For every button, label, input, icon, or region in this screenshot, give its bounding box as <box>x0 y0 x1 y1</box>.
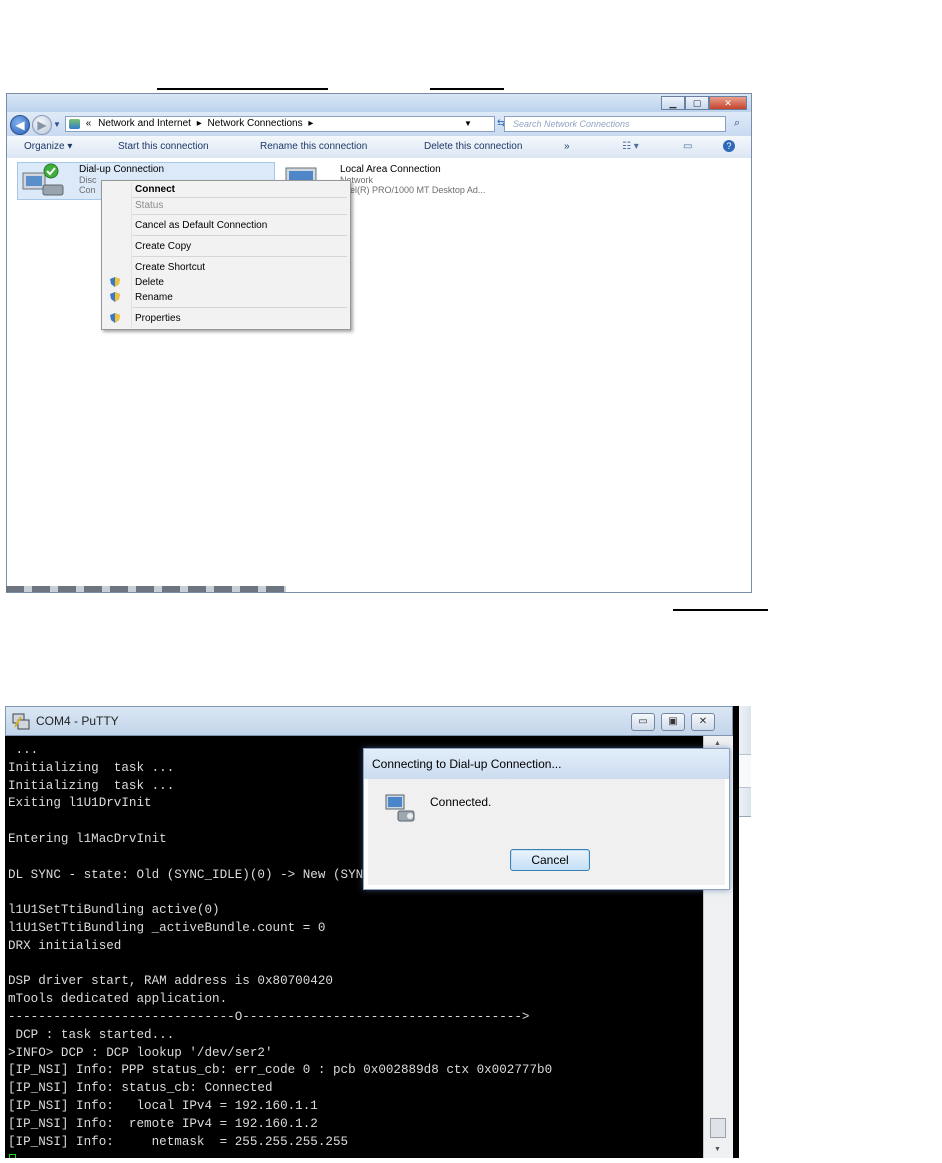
help-icon[interactable]: ? <box>723 140 735 152</box>
menu-item-create-shortcut[interactable]: Create Shortcut <box>135 262 205 273</box>
local-area-connection-adapter: Intel(R) PRO/1000 MT Desktop Ad... <box>340 185 486 195</box>
uac-shield-icon <box>110 313 120 323</box>
cancel-button[interactable]: Cancel <box>510 849 590 871</box>
close-button[interactable]: ✕ <box>709 96 747 110</box>
breadcrumb-separator[interactable]: ▸ <box>197 118 202 129</box>
start-connection-button[interactable]: Start this connection <box>118 141 209 152</box>
organize-button[interactable]: Organize ▾ <box>24 141 72 152</box>
dialup-connection-device: Con <box>79 185 96 195</box>
menu-item-connect[interactable]: Connect <box>135 184 175 195</box>
recent-pages-dropdown[interactable]: ▼ <box>53 120 61 129</box>
menu-item-delete[interactable]: Delete <box>135 277 164 288</box>
menu-item-properties[interactable]: Properties <box>135 313 181 324</box>
network-folder-icon <box>69 119 80 129</box>
address-dropdown-icon[interactable]: ▼ <box>464 117 472 131</box>
search-input[interactable]: Search Network Connections <box>504 116 726 132</box>
delete-connection-button[interactable]: Delete this connection <box>424 141 522 152</box>
back-button[interactable]: ◀ <box>10 115 30 135</box>
arrow-right-icon: ▶ <box>37 118 47 132</box>
menu-item-rename[interactable]: Rename <box>135 292 173 303</box>
dialup-connection-icon <box>22 163 64 196</box>
address-bar[interactable]: « Network and Internet ▸ Network Connect… <box>65 116 495 132</box>
putty-close-button[interactable]: ✕ <box>691 713 715 731</box>
putty-title: COM4 - PuTTY <box>36 714 119 728</box>
minimize-button[interactable]: ▁ <box>661 96 685 110</box>
command-bar: Organize ▾ Start this connection Rename … <box>7 136 751 159</box>
window-controls: ▁ ▢ ✕ <box>661 96 747 110</box>
rename-connection-button[interactable]: Rename this connection <box>260 141 367 152</box>
putty-minimize-button[interactable]: ▭ <box>631 713 655 731</box>
uac-shield-icon <box>110 277 120 287</box>
annotation-underline <box>157 88 328 90</box>
menu-item-cancel-default[interactable]: Cancel as Default Connection <box>135 220 267 231</box>
connecting-dialog: Connecting to Dial-up Connection... Conn… <box>363 748 730 890</box>
scrollbar-thumb[interactable] <box>710 1118 726 1138</box>
title-bar: ▁ ▢ ✕ <box>7 94 751 112</box>
forward-button[interactable]: ▶ <box>32 115 52 135</box>
breadcrumb-prefix[interactable]: « <box>86 118 92 129</box>
menu-item-create-copy[interactable]: Create Copy <box>135 241 191 252</box>
background-window-edge <box>733 706 942 1158</box>
dialog-title: Connecting to Dial-up Connection... <box>364 749 729 779</box>
menu-separator <box>132 256 347 257</box>
menu-separator <box>132 214 347 215</box>
breadcrumb-separator[interactable]: ▸ <box>308 118 313 129</box>
context-menu: Connect Status Cancel as Default Connect… <box>101 180 351 330</box>
breadcrumb-network-connections[interactable]: Network Connections <box>208 118 303 129</box>
annotation-underline <box>430 88 504 90</box>
menu-separator <box>132 197 347 198</box>
dialog-message: Connected. <box>430 795 492 809</box>
menu-separator <box>132 235 347 236</box>
breadcrumb-network-and-internet[interactable]: Network and Internet <box>98 118 191 129</box>
status-strip <box>6 586 286 592</box>
local-area-connection-title[interactable]: Local Area Connection <box>340 164 441 175</box>
scroll-up-icon[interactable]: ▲ <box>714 740 721 747</box>
network-connections-window: ▁ ▢ ✕ ◀ ▶ ▼ « Network and Internet ▸ Net… <box>6 93 752 593</box>
annotation-underline <box>673 609 768 611</box>
dialup-connection-title: Dial-up Connection <box>79 164 165 175</box>
dialup-connection-status: Disc <box>79 175 97 185</box>
change-view-icon[interactable]: ☷ ▾ <box>622 141 639 152</box>
preview-pane-icon[interactable]: ▭ <box>683 141 692 152</box>
menu-item-status[interactable]: Status <box>135 200 163 211</box>
maximize-button[interactable]: ▢ <box>685 96 709 110</box>
search-icon[interactable]: ⌕ <box>734 117 740 130</box>
arrow-left-icon: ◀ <box>15 118 25 132</box>
more-commands-button[interactable]: » <box>564 141 570 152</box>
terminal-cursor <box>9 1154 16 1158</box>
dialup-connection-icon <box>385 794 415 822</box>
uac-shield-icon <box>110 292 120 302</box>
menu-separator <box>132 307 347 308</box>
dialog-body: Connected. Cancel <box>368 779 725 885</box>
putty-app-icon <box>12 713 30 730</box>
scroll-down-icon[interactable]: ▼ <box>714 1146 721 1153</box>
putty-title-bar: COM4 - PuTTY ▭ ▣ ✕ <box>5 706 733 736</box>
putty-maximize-button[interactable]: ▣ <box>661 713 685 731</box>
address-bar-row: ◀ ▶ ▼ « Network and Internet ▸ Network C… <box>7 112 751 136</box>
